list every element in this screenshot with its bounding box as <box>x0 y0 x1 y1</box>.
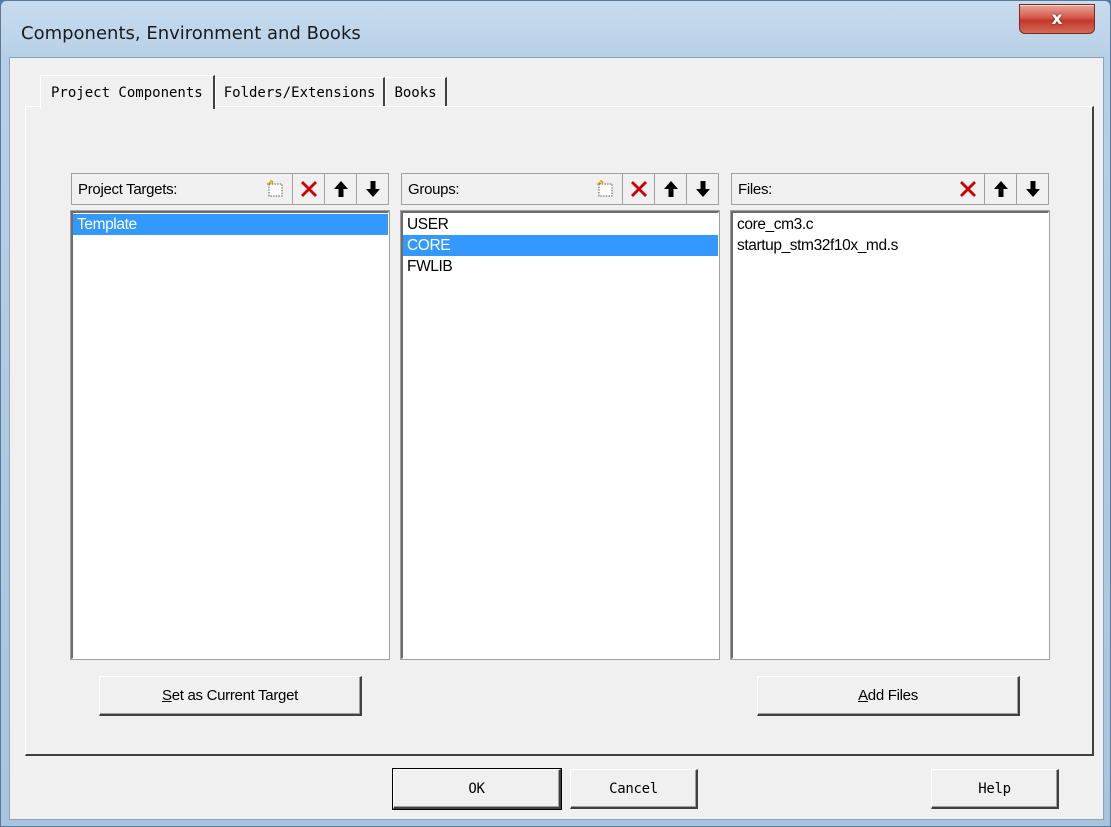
new-target-button[interactable] <box>260 174 292 204</box>
tab-label: Folders/Extensions <box>223 84 376 101</box>
new-item-icon <box>267 180 283 197</box>
list-item[interactable]: USER <box>403 214 718 235</box>
project-targets-label: Project Targets: <box>78 180 178 198</box>
files-group: Files: core_cm3.c startup_stm32f10x_md.s <box>731 173 1049 659</box>
groups-group: Groups: USER CORE FWLIB <box>401 173 719 659</box>
cancel-button[interactable]: Cancel <box>570 769 698 809</box>
button-label: Cancel <box>609 780 658 797</box>
move-target-up-button[interactable] <box>324 174 356 204</box>
move-target-down-button[interactable] <box>356 174 388 204</box>
files-header: Files: <box>731 173 1049 205</box>
move-file-down-button[interactable] <box>1016 174 1048 204</box>
files-label: Files: <box>738 180 773 198</box>
tab-label: Books <box>394 84 437 101</box>
tab-label: Project Components <box>51 84 203 101</box>
move-down-icon <box>365 181 380 197</box>
move-file-up-button[interactable] <box>984 174 1016 204</box>
list-item[interactable]: CORE <box>403 235 718 256</box>
list-item[interactable]: Template <box>73 214 388 235</box>
move-down-icon <box>1025 181 1040 197</box>
list-item[interactable]: core_cm3.c <box>733 214 1048 235</box>
move-down-icon <box>695 181 710 197</box>
groups-list[interactable]: USER CORE FWLIB <box>401 211 719 659</box>
delete-icon <box>300 181 317 197</box>
project-components-panel: Project Targets: Template Groups: USER C… <box>25 106 1094 756</box>
add-files-button[interactable]: Add Files <box>757 676 1020 716</box>
tab-books[interactable]: Books <box>385 77 447 107</box>
list-item[interactable]: FWLIB <box>403 256 718 277</box>
new-group-button[interactable] <box>590 174 622 204</box>
move-up-icon <box>333 181 348 197</box>
move-up-icon <box>663 181 678 197</box>
button-label: Help <box>978 780 1011 797</box>
files-list[interactable]: core_cm3.c startup_stm32f10x_md.s <box>731 211 1049 659</box>
close-icon: x <box>1051 9 1063 29</box>
tab-folders-extensions[interactable]: Folders/Extensions <box>214 77 386 107</box>
help-button[interactable]: Help <box>931 769 1059 809</box>
button-label: OK <box>468 780 485 797</box>
move-up-icon <box>993 181 1008 197</box>
window-title: Components, Environment and Books <box>21 23 361 44</box>
button-label: Set as Current Target <box>161 687 298 704</box>
tab-strip: Project Components Folders/Extensions Bo… <box>40 75 447 109</box>
dialog-window: Components, Environment and Books x Proj… <box>0 0 1111 827</box>
delete-target-button[interactable] <box>292 174 324 204</box>
delete-file-button[interactable] <box>952 174 984 204</box>
tab-project-components[interactable]: Project Components <box>40 75 215 109</box>
project-targets-list[interactable]: Template <box>71 211 389 659</box>
new-item-icon <box>597 180 613 197</box>
groups-label: Groups: <box>408 180 460 198</box>
groups-header: Groups: <box>401 173 719 205</box>
list-item[interactable]: startup_stm32f10x_md.s <box>733 235 1048 256</box>
project-targets-group: Project Targets: Template <box>71 173 389 659</box>
button-label: Add Files <box>858 687 918 704</box>
close-button[interactable]: x <box>1019 4 1095 34</box>
title-bar[interactable]: Components, Environment and Books x <box>1 1 1111 57</box>
ok-button[interactable]: OK <box>392 768 562 810</box>
move-group-down-button[interactable] <box>686 174 718 204</box>
project-targets-header: Project Targets: <box>71 173 389 205</box>
set-as-current-target-button[interactable]: Set as Current Target <box>99 676 362 716</box>
delete-icon <box>630 181 647 197</box>
dialog-client-area: Project Components Folders/Extensions Bo… <box>9 57 1104 820</box>
move-group-up-button[interactable] <box>654 174 686 204</box>
delete-group-button[interactable] <box>622 174 654 204</box>
delete-icon <box>960 181 976 197</box>
